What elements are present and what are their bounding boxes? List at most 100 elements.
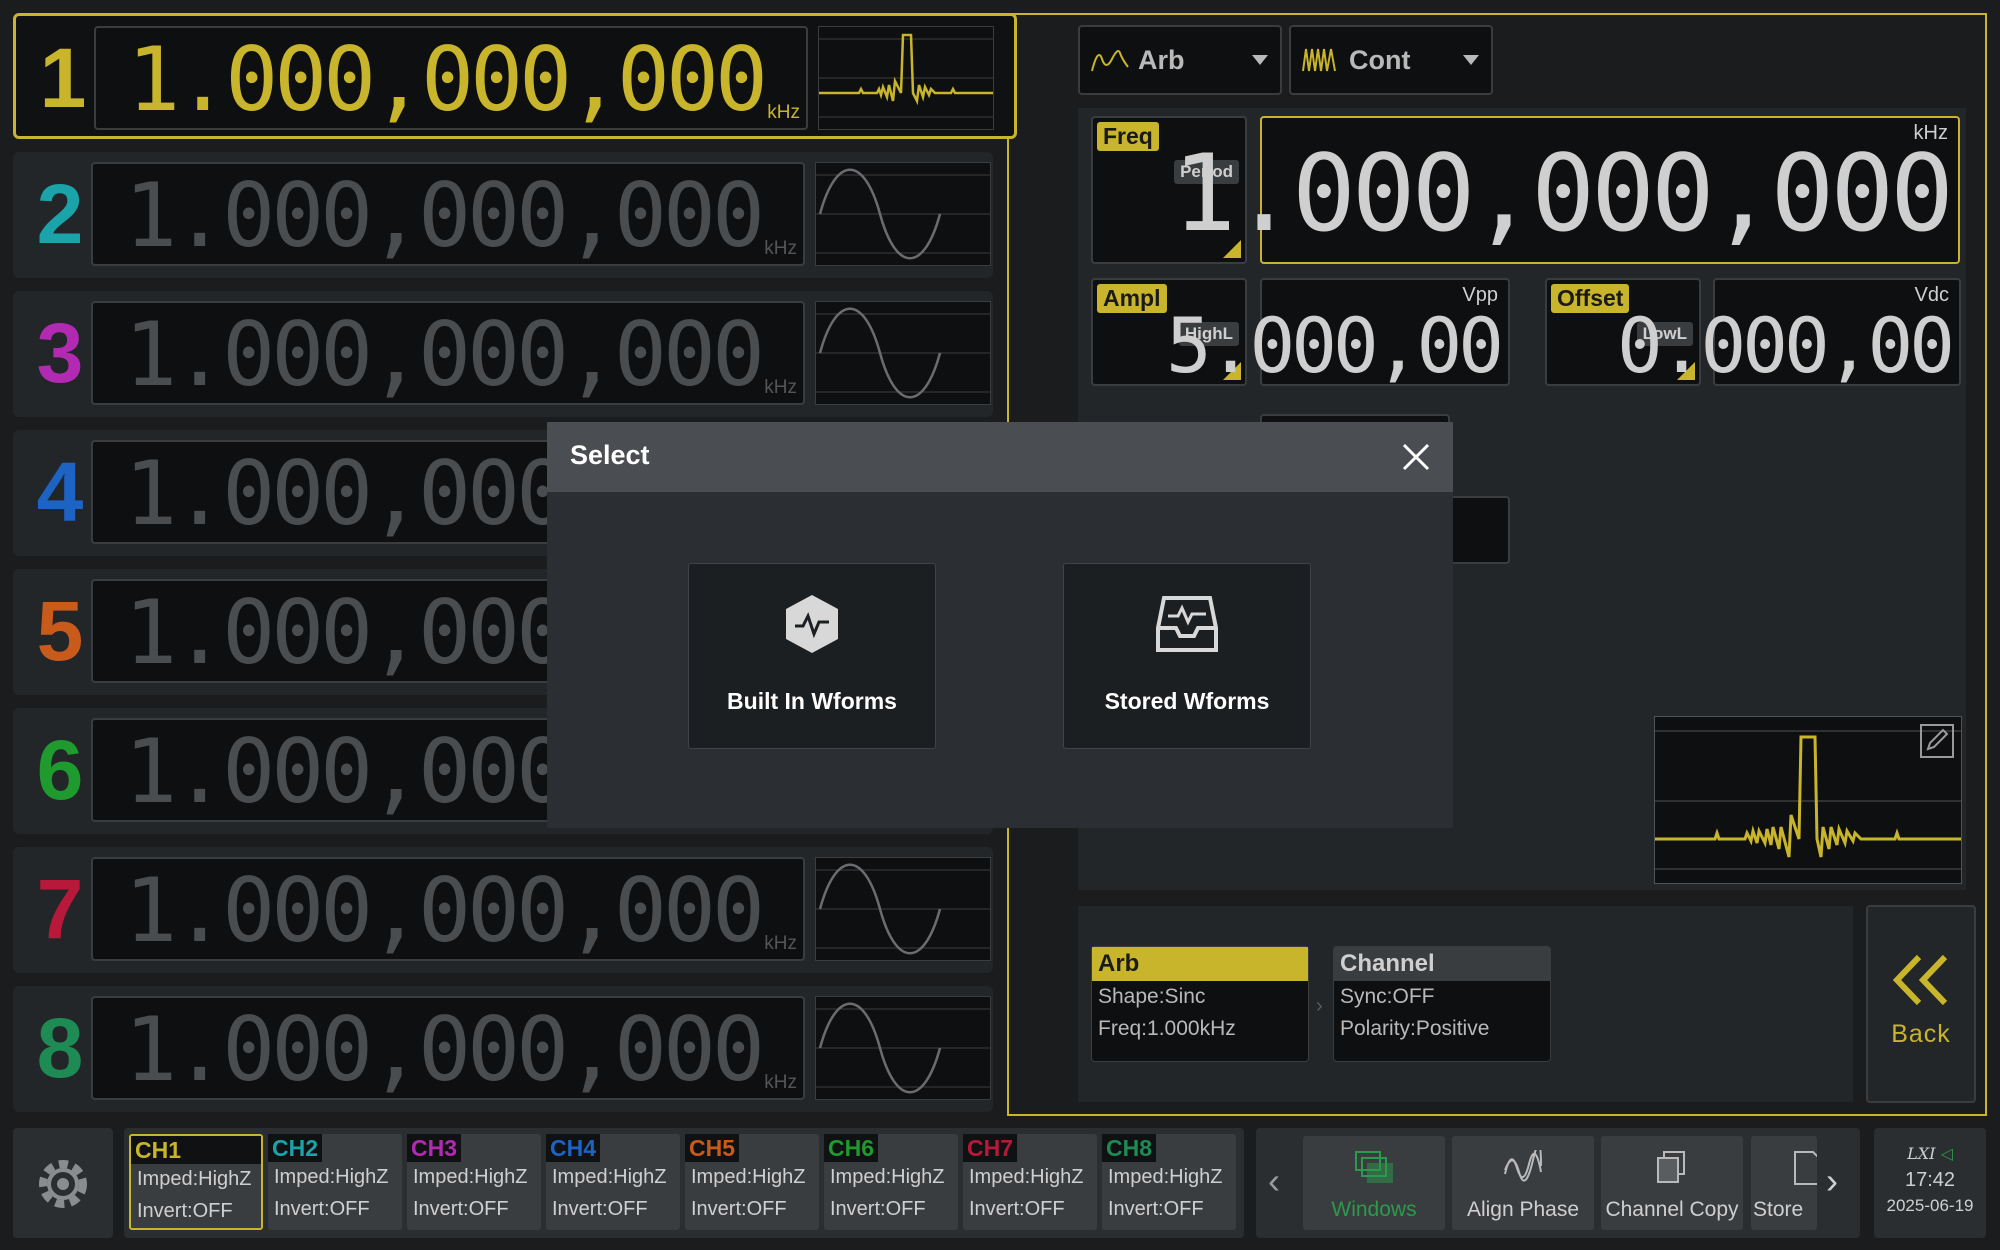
channel-imped-text: Imped:HighZ [413,1166,528,1188]
channel-freq-unit: kHz [764,933,797,954]
channel-invert-text: Invert:OFF [1108,1198,1204,1220]
channel-copy-icon [1657,1151,1685,1183]
settings-button[interactable] [13,1128,113,1238]
channel-invert-text: Invert:OFF [552,1198,648,1220]
channel-waveform-thumbnail[interactable] [815,162,991,266]
clock-date: 2025-06-19 [1886,1196,1974,1215]
store-icon [1794,1151,1817,1185]
channel-freq-display[interactable]: 1.000,000,000kHz [91,857,805,962]
align-phase-button[interactable]: Align Phase [1452,1136,1594,1230]
offset-value: 0.000,00 [1616,301,1955,390]
status-clock: LXI ◁ 17:42 2025-06-19 [1874,1128,1986,1238]
channel-invert-text: Invert:OFF [274,1198,370,1220]
channel-waveform-thumbnail[interactable] [818,26,994,130]
channel-freq-unit: kHz [764,377,797,398]
channel-status-card-3[interactable]: CH3 Imped:HighZ Invert:OFF [407,1134,541,1230]
freq-value-field[interactable]: kHz 1.000,000,000 [1172,116,1960,264]
channel-status-tag: CH6 [824,1134,879,1162]
channel-imped-text: Imped:HighZ [691,1166,806,1188]
waveform-type-dropdown[interactable]: Arb [1078,25,1282,95]
stored-wforms-button[interactable]: Stored Wforms [1063,563,1311,749]
channel-status-card-2[interactable]: CH2 Imped:HighZ Invert:OFF [268,1134,402,1230]
channel-row-8[interactable]: 8 1.000,000,000 kHz [13,986,993,1112]
channel-waveform-thumbnail[interactable] [815,996,991,1100]
channel-status-card-8[interactable]: CH8 Imped:HighZ Invert:OFF [1102,1134,1236,1230]
scroll-right-icon[interactable]: › [1826,1160,1838,1202]
channel-freq-value: 1.000,000,000 [124,303,765,406]
clock-time: 17:42 [1904,1169,1956,1191]
arb-freq-text: Freq:1.000kHz [1098,1017,1236,1040]
arb-shape-text: Shape:Sinc [1098,985,1206,1008]
channel-row-1[interactable]: 1 1.000,000,000 kHz [13,13,1017,139]
channel-number: 6 [36,723,84,817]
speaker-icon: ◁ [1940,1144,1953,1163]
edit-icon[interactable] [1919,723,1955,759]
channel-sync-text: Sync:OFF [1340,985,1435,1008]
channel-copy-button[interactable]: Channel Copy [1601,1136,1743,1230]
sine-wave-icon [816,307,990,399]
channel-status-card-7[interactable]: CH7 Imped:HighZ Invert:OFF [963,1134,1097,1230]
select-dialog: Select [547,422,1453,828]
channel-waveform-thumbnail[interactable] [815,857,991,961]
chevron-right-icon: › [1316,995,1323,1017]
channel-waveform-thumbnail[interactable] [815,301,991,405]
channel-freq-display[interactable]: 1.000,000,000kHz [94,26,808,131]
channel-status-tag: CH2 [268,1134,323,1162]
channel-status-tag: CH3 [407,1134,462,1162]
channel-freq-display[interactable]: 1.000,000,000kHz [91,996,805,1101]
channel-card-title: Channel [1334,947,1550,981]
sine-wave-icon [816,863,990,955]
channel-status-tag: CH4 [546,1134,601,1162]
ampl-value-field[interactable]: Vpp 5.000,00 [1166,278,1510,388]
channel-freq-value: 1.000,000,000 [124,859,765,962]
windows-button[interactable]: Windows [1303,1136,1445,1230]
channel-info-card[interactable]: Channel Sync:OFF Polarity:Positive [1333,946,1551,1062]
channel-imped-text: Imped:HighZ [552,1166,667,1188]
channel-freq-display[interactable]: 1.000,000,000kHz [91,301,805,406]
ampl-tag: Ampl [1097,284,1167,313]
chevron-down-icon [1463,55,1479,65]
channel-status-tag: CH7 [963,1134,1018,1162]
align-phase-label: Align Phase [1466,1198,1580,1221]
channel-status-card-4[interactable]: CH4 Imped:HighZ Invert:OFF [546,1134,680,1230]
builtin-waveform-icon [786,595,838,653]
channel-invert-text: Invert:OFF [969,1198,1065,1220]
channel-freq-value: 1.000,000,000 [124,998,765,1101]
sinc-waveform-graphic [1655,730,1961,870]
arb-info-card[interactable]: Arb Shape:Sinc Freq:1.000kHz [1091,946,1309,1062]
channel-status-card-6[interactable]: CH6 Imped:HighZ Invert:OFF [824,1134,958,1230]
channel-imped-text: Imped:HighZ [137,1168,252,1190]
channel-number: 4 [36,445,84,539]
mode-dropdown[interactable]: Cont [1289,25,1493,95]
channel-status-tag: CH8 [1102,1134,1157,1162]
lxi-logo: LXI [1907,1144,1936,1163]
channel-freq-value: 1.000,000,000 [124,164,765,267]
channel-number: 7 [36,862,84,956]
windows-label: Windows [1331,1198,1417,1221]
arb-card-title: Arb [1092,947,1308,981]
store-label: Store [1753,1198,1804,1221]
offset-value-field[interactable]: Vdc 0.000,00 [1617,278,1961,388]
sinc-wave-icon [819,33,993,118]
waveform-preview[interactable] [1654,716,1962,884]
channel-freq-display[interactable]: 1.000,000,000kHz [91,162,805,267]
store-button[interactable]: Store [1751,1136,1817,1230]
freq-tag: Freq [1097,122,1159,151]
close-icon[interactable] [1401,442,1431,472]
channel-number: 2 [36,167,84,261]
channel-status-card-5[interactable]: CH5 Imped:HighZ Invert:OFF [685,1134,819,1230]
scroll-left-icon[interactable]: ‹ [1268,1160,1280,1202]
channel-imped-text: Imped:HighZ [830,1166,945,1188]
channel-freq-unit: kHz [764,238,797,259]
channel-status-tag: CH1 [131,1136,261,1164]
channel-row-3[interactable]: 3 1.000,000,000 kHz [13,291,993,417]
back-button[interactable]: Back [1866,905,1976,1103]
mode-label: Cont [1349,45,1411,75]
ampl-value: 5.000,00 [1165,301,1504,390]
channel-status-card-1[interactable]: CH1 Imped:HighZ Invert:OFF [129,1134,263,1230]
freq-value: 1.000,000,000 [1172,132,1954,255]
channel-row-2[interactable]: 2 1.000,000,000 kHz [13,152,993,278]
channel-freq-unit: kHz [767,102,800,123]
channel-row-7[interactable]: 7 1.000,000,000 kHz [13,847,993,973]
built-in-wforms-button[interactable]: Built In Wforms [688,563,936,749]
